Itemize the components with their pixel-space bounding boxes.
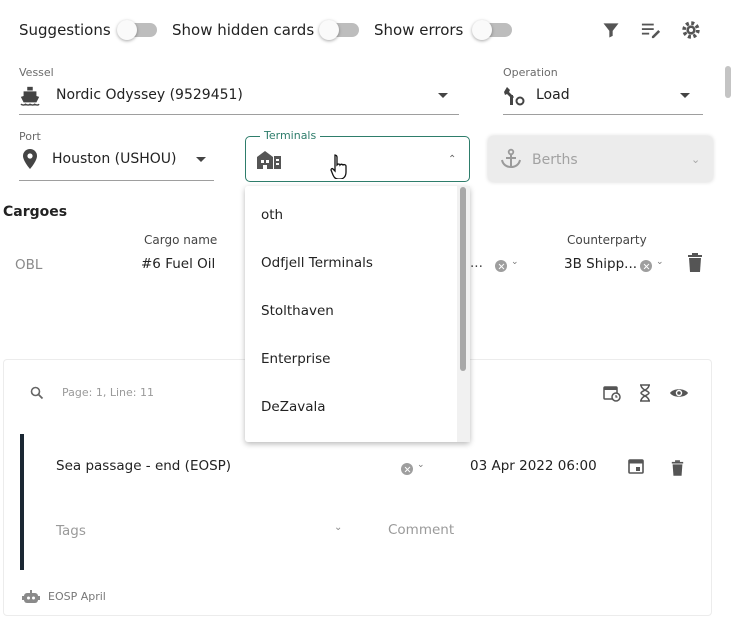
counterparty-header: Counterparty xyxy=(567,233,647,247)
location-pin-icon xyxy=(21,148,39,170)
clear-icon[interactable] xyxy=(401,460,413,479)
terminals-dropdown-menu: oth Odfjell Terminals Stolthaven Enterpr… xyxy=(245,186,470,442)
gear-icon[interactable] xyxy=(680,19,702,41)
tags-input[interactable]: Tags xyxy=(56,523,86,539)
operation-value: Load xyxy=(536,87,570,103)
terminal-option[interactable]: DeZavala xyxy=(261,399,326,415)
vessel-label: Vessel xyxy=(19,66,54,79)
terminal-option[interactable]: Enterprise xyxy=(261,351,330,367)
cargoes-title: Cargoes xyxy=(3,204,68,220)
cargo-type: OBL xyxy=(15,257,43,273)
berths-placeholder: Berths xyxy=(532,152,578,168)
counterparty-value[interactable]: 3B Shipp... xyxy=(564,256,637,272)
terminal-building-icon xyxy=(256,148,282,170)
suggestions-toggle[interactable] xyxy=(117,20,157,40)
cargo-name-value[interactable]: #6 Fuel Oil xyxy=(141,256,215,272)
filter-icon[interactable] xyxy=(601,20,621,40)
event-accent-bar xyxy=(20,434,24,570)
terminal-option[interactable]: Odfjell Terminals xyxy=(261,255,373,271)
hourglass-icon[interactable] xyxy=(639,384,651,402)
delete-icon[interactable] xyxy=(671,460,684,476)
vessel-dropdown-caret[interactable] xyxy=(438,93,448,98)
dropdown-scrollbar[interactable] xyxy=(460,187,466,371)
calendar-icon[interactable] xyxy=(628,458,644,474)
errors-toggle[interactable] xyxy=(472,20,512,40)
event-source: EOSP April xyxy=(48,590,106,603)
robot-icon xyxy=(22,590,40,604)
anchor-icon xyxy=(500,148,522,170)
vessel-value: Nordic Odyssey (9529451) xyxy=(56,87,243,103)
cargo-name-header: Cargo name xyxy=(144,233,218,247)
tags-chevron-down-icon[interactable]: ⌄ xyxy=(334,522,342,533)
delete-icon[interactable] xyxy=(687,253,703,272)
ship-icon xyxy=(19,85,41,107)
terminals-label: Terminals xyxy=(260,129,321,142)
berths-caret: ⌄ xyxy=(691,153,701,166)
page-line-info: Page: 1, Line: 11 xyxy=(62,386,154,399)
terminals-collapse-caret[interactable]: ⌃ xyxy=(448,154,456,165)
clear-icon[interactable] xyxy=(495,257,507,276)
port-label: Port xyxy=(19,130,41,143)
operation-dropdown-caret[interactable] xyxy=(680,93,690,98)
tools-icon xyxy=(503,84,527,108)
edit-list-icon[interactable] xyxy=(640,20,662,40)
errors-label: Show errors xyxy=(374,21,464,39)
calendar-clock-icon[interactable] xyxy=(603,384,621,402)
clear-icon[interactable] xyxy=(640,257,652,276)
chevron-down-icon[interactable]: ⌄ xyxy=(511,257,519,267)
event-datetime[interactable]: 03 Apr 2022 06:00 xyxy=(470,458,597,474)
hidden-cards-label: Show hidden cards xyxy=(172,21,315,39)
comment-input[interactable]: Comment xyxy=(388,522,454,538)
port-value: Houston (USHOU) xyxy=(52,151,177,167)
hidden-cards-toggle[interactable] xyxy=(319,20,359,40)
event-name[interactable]: Sea passage - end (EOSP) xyxy=(56,458,231,474)
page-scrollbar[interactable] xyxy=(725,66,731,98)
chevron-down-icon[interactable]: ⌄ xyxy=(656,257,664,267)
terminal-option[interactable]: Stolthaven xyxy=(261,303,334,319)
suggestions-label: Suggestions xyxy=(19,21,111,39)
eye-icon[interactable] xyxy=(669,386,689,400)
cargo-partial-value: ... xyxy=(470,255,483,271)
terminal-option[interactable]: oth xyxy=(261,207,283,223)
search-icon[interactable] xyxy=(30,386,44,400)
hand-cursor-icon xyxy=(330,153,348,179)
port-dropdown-caret[interactable] xyxy=(196,157,206,162)
operation-label: Operation xyxy=(503,66,558,79)
chevron-down-icon[interactable]: ⌄ xyxy=(417,460,425,470)
